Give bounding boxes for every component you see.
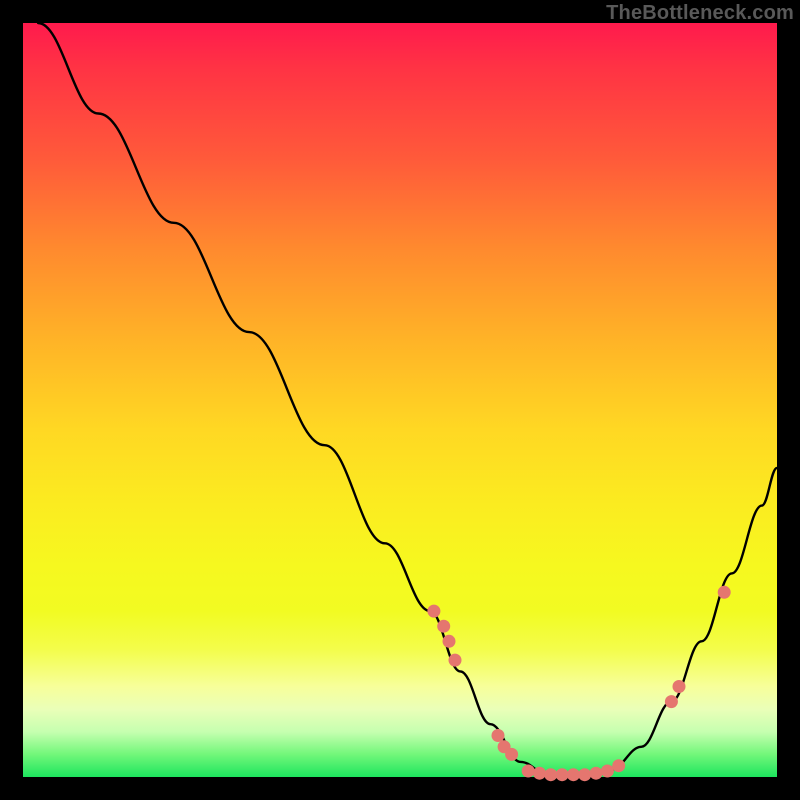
curve-markers bbox=[427, 586, 730, 781]
chart-frame bbox=[23, 23, 777, 777]
curve-marker bbox=[665, 695, 678, 708]
curve-marker bbox=[544, 768, 557, 781]
curve-marker bbox=[567, 768, 580, 781]
curve-marker bbox=[556, 768, 569, 781]
curve-marker bbox=[505, 748, 518, 761]
curve-marker bbox=[443, 635, 456, 648]
curve-marker bbox=[437, 620, 450, 633]
curve-marker bbox=[673, 680, 686, 693]
curve-marker bbox=[449, 654, 462, 667]
curve-marker bbox=[533, 767, 546, 780]
curve-marker bbox=[612, 759, 625, 772]
curve-marker bbox=[522, 765, 535, 778]
curve-marker bbox=[578, 768, 591, 781]
curve-marker bbox=[718, 586, 731, 599]
curve-marker bbox=[492, 729, 505, 742]
curve-marker bbox=[590, 767, 603, 780]
curve-marker bbox=[601, 765, 614, 778]
curve-marker bbox=[427, 605, 440, 618]
bottleneck-curve bbox=[38, 23, 777, 777]
chart-overlay bbox=[23, 23, 777, 777]
watermark-text: TheBottleneck.com bbox=[606, 2, 794, 25]
